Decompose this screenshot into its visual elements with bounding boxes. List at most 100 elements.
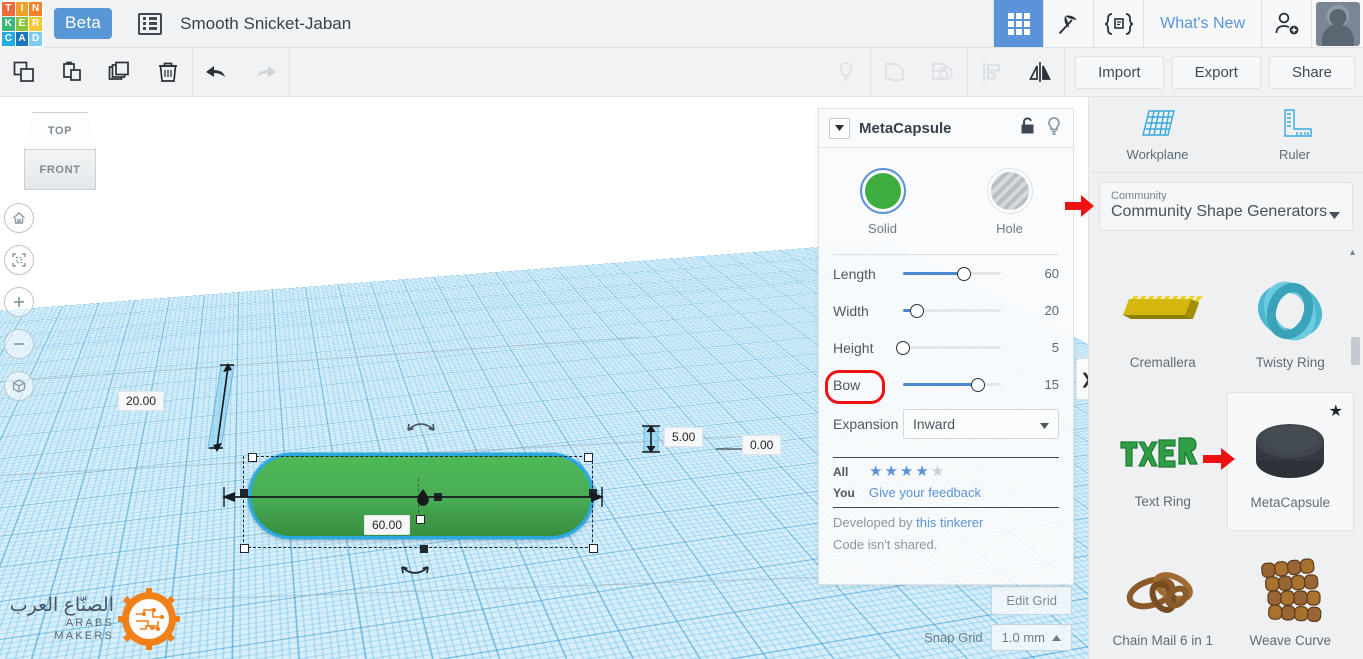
star-2[interactable]: ★ bbox=[884, 464, 897, 479]
slider-value-bow[interactable]: 15 bbox=[1045, 377, 1059, 392]
slider-value-height[interactable]: 5 bbox=[1052, 340, 1059, 355]
slider-row-height: Height 5 bbox=[819, 329, 1073, 366]
shape-item-cremallera[interactable]: Cremallera bbox=[1099, 253, 1227, 392]
slider-value-width[interactable]: 20 bbox=[1045, 303, 1059, 318]
unlock-icon[interactable] bbox=[1019, 116, 1036, 140]
solid-swatch[interactable] bbox=[859, 168, 906, 214]
give-feedback-link[interactable]: Give your feedback bbox=[869, 485, 981, 500]
tinkercad-logo[interactable]: TINKERCAD bbox=[0, 0, 44, 48]
hole-swatch[interactable] bbox=[986, 168, 1033, 214]
slider-track-length[interactable] bbox=[903, 266, 1001, 281]
lightbulb-icon[interactable] bbox=[822, 48, 870, 96]
slider-knob-width[interactable] bbox=[909, 303, 924, 318]
import-button[interactable]: Import bbox=[1075, 55, 1164, 89]
view-cube[interactable]: TOP FRONT bbox=[24, 112, 96, 190]
logo-tile-a-7: A bbox=[15, 32, 29, 46]
developed-by-row: Developed by this tinkerer bbox=[819, 508, 1073, 530]
length-dimension-label[interactable]: 60.00 bbox=[364, 515, 411, 535]
copy-icon[interactable] bbox=[0, 48, 48, 96]
snap-grid-select[interactable]: 1.0 mm bbox=[990, 624, 1072, 651]
shape-library-dropdown[interactable]: Community Community Shape Generators bbox=[1099, 182, 1353, 231]
width-dimension-label[interactable]: 20.00 bbox=[118, 391, 165, 411]
ungroup-icon[interactable] bbox=[919, 48, 967, 96]
shape-label: Weave Curve bbox=[1249, 633, 1332, 648]
orthographic-cube-icon[interactable] bbox=[4, 371, 34, 401]
paste-icon[interactable] bbox=[48, 48, 96, 96]
page-title[interactable]: Smooth Snicket-Jaban bbox=[180, 14, 351, 34]
share-button[interactable]: Share bbox=[1268, 55, 1355, 89]
home-icon[interactable] bbox=[4, 203, 34, 233]
slider-track-height[interactable] bbox=[896, 340, 1001, 355]
star-4[interactable]: ★ bbox=[915, 464, 928, 479]
add-person-icon[interactable] bbox=[1261, 0, 1311, 47]
align-icon[interactable] bbox=[968, 48, 1016, 96]
undo-arrow-icon[interactable] bbox=[193, 48, 241, 96]
whats-new-link[interactable]: What's New bbox=[1143, 0, 1261, 47]
expansion-select[interactable]: Inward bbox=[903, 409, 1059, 439]
developer-link[interactable]: this tinkerer bbox=[916, 515, 983, 530]
apps-grid-icon[interactable] bbox=[993, 0, 1044, 47]
logo-tile-k-3: K bbox=[2, 17, 15, 31]
star-filled-icon[interactable]: ★ bbox=[1329, 401, 1343, 421]
avatar[interactable] bbox=[1311, 0, 1363, 47]
slider-fill bbox=[903, 383, 979, 386]
capsule-disc-shape bbox=[1238, 409, 1342, 493]
slider-track-width[interactable] bbox=[903, 303, 1001, 318]
resize-handle-top-left[interactable] bbox=[248, 453, 257, 462]
sidebar-item-ruler[interactable]: Ruler bbox=[1226, 97, 1363, 172]
hole-mode-option[interactable]: Hole bbox=[986, 168, 1033, 236]
height-handle[interactable] bbox=[416, 515, 425, 524]
shape-item-weave-curve[interactable]: Weave Curve bbox=[1227, 531, 1355, 659]
sidebar-item-workplane[interactable]: Workplane bbox=[1089, 97, 1226, 172]
resize-handle-bottom-left[interactable] bbox=[240, 544, 249, 553]
shape-item-chain-mail-6-in-1[interactable]: Chain Mail 6 in 1 bbox=[1099, 531, 1227, 659]
height-dimension-label[interactable]: 5.00 bbox=[664, 427, 704, 447]
star-5[interactable]: ★ bbox=[931, 464, 944, 479]
panel-list-icon[interactable] bbox=[138, 12, 163, 35]
sidebar-tools: Workplane Ruler bbox=[1089, 97, 1363, 173]
shape-item-text-ring[interactable]: Text Ring bbox=[1099, 392, 1227, 531]
shape-label: Cremallera bbox=[1129, 355, 1196, 370]
codeblocks-icon[interactable] bbox=[1093, 0, 1144, 47]
slider-knob-height[interactable] bbox=[896, 340, 910, 355]
redo-arrow-icon[interactable] bbox=[241, 48, 289, 96]
export-button[interactable]: Export bbox=[1171, 55, 1261, 89]
slider-track-bow[interactable] bbox=[903, 377, 1001, 392]
watermark: الصنّاع العرب ARABS MAKERS bbox=[4, 583, 180, 655]
watermark-arabic: الصنّاع العرب bbox=[9, 595, 114, 617]
solid-mode-option[interactable]: Solid bbox=[859, 168, 906, 236]
resize-handle-top-right[interactable] bbox=[584, 453, 593, 462]
chevron-down-icon[interactable] bbox=[829, 117, 850, 139]
resize-handle-bottom-right[interactable] bbox=[589, 544, 598, 553]
expansion-label: Expansion bbox=[833, 416, 899, 432]
shape-item-twisty-ring[interactable]: Twisty Ring bbox=[1227, 253, 1355, 392]
plus-icon[interactable] bbox=[4, 287, 34, 317]
view-cube-front-face[interactable]: FRONT bbox=[24, 150, 96, 190]
mid-handle-bottom[interactable] bbox=[420, 545, 428, 553]
group-icon[interactable] bbox=[871, 48, 919, 96]
watermark-english: ARABS MAKERS bbox=[54, 617, 114, 642]
rotate-arrow-icon[interactable] bbox=[398, 561, 432, 586]
mirror-icon[interactable] bbox=[1016, 48, 1064, 96]
lightbulb-icon[interactable] bbox=[1045, 116, 1063, 141]
fit-to-view-icon[interactable] bbox=[4, 245, 34, 275]
minus-icon[interactable] bbox=[4, 329, 34, 359]
rotate-arrow-icon[interactable] bbox=[404, 417, 438, 442]
slider-value-length[interactable]: 60 bbox=[1045, 266, 1059, 281]
duplicate-icon[interactable] bbox=[96, 48, 144, 96]
trash-icon[interactable] bbox=[144, 48, 192, 96]
logo-tile-r-5: R bbox=[29, 17, 42, 31]
star-3[interactable]: ★ bbox=[900, 464, 913, 479]
view-cube-top-face[interactable]: TOP bbox=[24, 112, 96, 150]
twisty-torus-shape bbox=[1238, 269, 1342, 353]
pickaxe-icon[interactable] bbox=[1043, 0, 1094, 47]
star-1[interactable]: ★ bbox=[869, 464, 882, 479]
properties-title: MetaCapsule bbox=[859, 119, 952, 137]
slider-knob-bow[interactable] bbox=[971, 377, 986, 392]
beta-badge: Beta bbox=[54, 8, 113, 39]
shapes-sidebar: Workplane Ruler Community Community Shap… bbox=[1088, 97, 1363, 659]
shape-item-metacapsule[interactable]: ★ MetaCapsule bbox=[1226, 392, 1354, 531]
slider-knob-length[interactable] bbox=[956, 266, 971, 281]
edit-grid-button[interactable]: Edit Grid bbox=[991, 586, 1072, 615]
elevation-dimension-label[interactable]: 0.00 bbox=[742, 435, 782, 455]
